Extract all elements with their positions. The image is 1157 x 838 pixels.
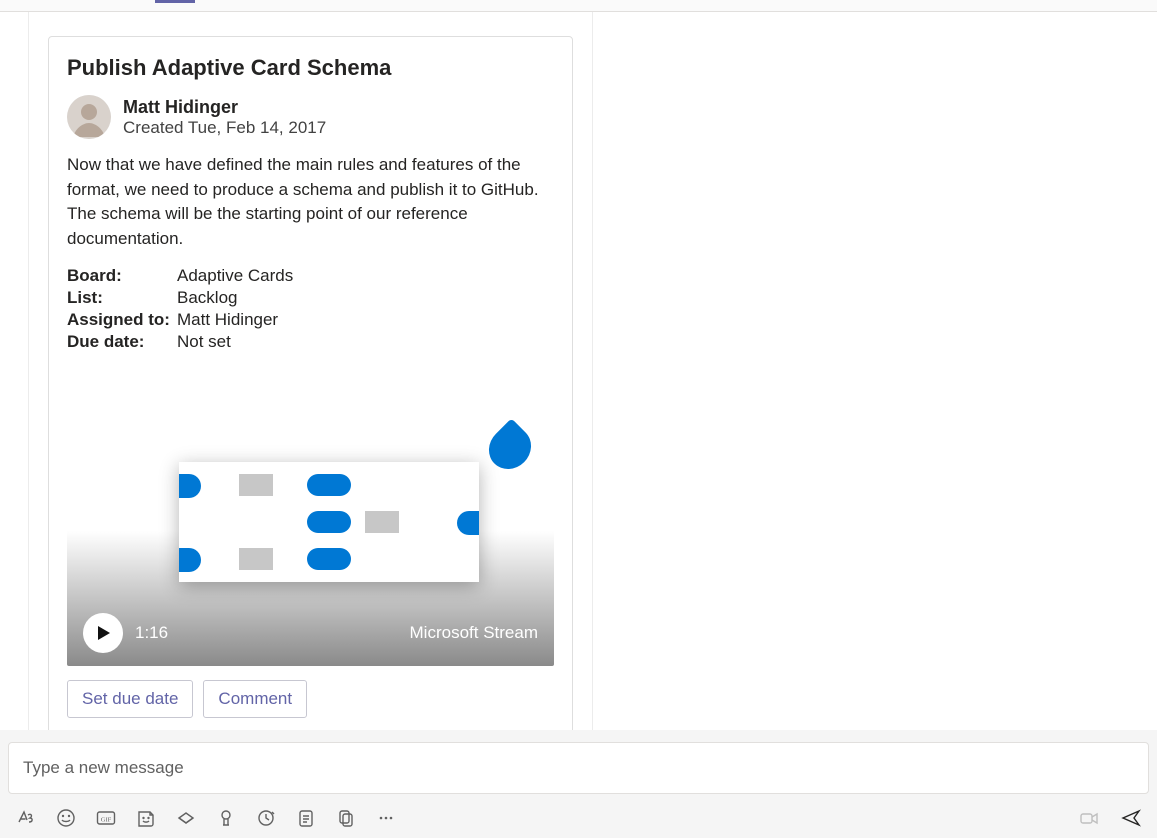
top-tab-strip bbox=[0, 0, 1157, 12]
card-actions: Set due date Comment bbox=[67, 680, 554, 718]
fact-key-board: Board: bbox=[67, 266, 177, 286]
decor-rect bbox=[239, 548, 273, 570]
sticker-icon[interactable] bbox=[136, 808, 156, 828]
gif-icon[interactable]: GIF bbox=[96, 808, 116, 828]
media-source: Microsoft Stream bbox=[410, 623, 538, 643]
fact-value-board: Adaptive Cards bbox=[177, 266, 554, 286]
card-author-row: Matt Hidinger Created Tue, Feb 14, 2017 bbox=[67, 95, 554, 139]
author-name: Matt Hidinger bbox=[123, 96, 326, 119]
fact-key-list: List: bbox=[67, 288, 177, 308]
decor-droplet bbox=[480, 418, 539, 477]
schedule-icon[interactable] bbox=[256, 808, 276, 828]
decor-rect bbox=[239, 474, 273, 496]
media-preview[interactable]: 1:16 Microsoft Stream bbox=[67, 366, 554, 666]
fact-set: Board: Adaptive Cards List: Backlog Assi… bbox=[67, 266, 554, 352]
compose-input[interactable] bbox=[21, 757, 1136, 779]
compose-toolbar: GIF bbox=[16, 804, 1141, 832]
avatar-placeholder-icon bbox=[67, 95, 111, 139]
media-center-panel bbox=[179, 462, 479, 582]
play-icon bbox=[95, 625, 111, 641]
more-icon[interactable] bbox=[376, 808, 396, 828]
meet-now-icon[interactable] bbox=[1079, 808, 1099, 828]
card-body-text: Now that we have defined the main rules … bbox=[67, 153, 554, 252]
decor-pill bbox=[179, 548, 201, 572]
set-due-date-button[interactable]: Set due date bbox=[67, 680, 193, 718]
author-created: Created Tue, Feb 14, 2017 bbox=[123, 118, 326, 138]
praise-icon[interactable] bbox=[216, 808, 236, 828]
play-button[interactable] bbox=[83, 613, 123, 653]
fact-value-list: Backlog bbox=[177, 288, 554, 308]
avatar bbox=[67, 95, 111, 139]
decor-pill bbox=[307, 548, 351, 570]
format-icon[interactable] bbox=[16, 808, 36, 828]
svg-text:GIF: GIF bbox=[101, 817, 112, 824]
compose-box[interactable] bbox=[8, 742, 1149, 794]
media-bottom-bar: 1:16 Microsoft Stream bbox=[67, 600, 554, 666]
comment-button[interactable]: Comment bbox=[203, 680, 307, 718]
fact-value-assigned: Matt Hidinger bbox=[177, 310, 554, 330]
decor-pill bbox=[307, 511, 351, 533]
media-duration: 1:16 bbox=[135, 623, 168, 643]
adaptive-card: Publish Adaptive Card Schema Matt Hiding… bbox=[48, 36, 573, 737]
card-title: Publish Adaptive Card Schema bbox=[67, 55, 554, 81]
send-button[interactable] bbox=[1121, 808, 1141, 828]
approvals-icon[interactable] bbox=[296, 808, 316, 828]
message-column: Publish Adaptive Card Schema Matt Hiding… bbox=[28, 12, 593, 737]
active-tab-indicator bbox=[155, 0, 195, 3]
decor-rect bbox=[365, 511, 399, 533]
fact-value-due: Not set bbox=[177, 332, 554, 352]
decor-pill bbox=[179, 474, 201, 498]
fact-key-due: Due date: bbox=[67, 332, 177, 352]
extensions-icon[interactable] bbox=[176, 808, 196, 828]
emoji-icon[interactable] bbox=[56, 808, 76, 828]
decor-pill bbox=[307, 474, 351, 496]
fact-key-assigned: Assigned to: bbox=[67, 310, 177, 330]
compose-area: GIF bbox=[0, 730, 1157, 838]
message-stage: Publish Adaptive Card Schema Matt Hiding… bbox=[0, 12, 1157, 730]
copy-icon[interactable] bbox=[336, 808, 356, 828]
decor-pill bbox=[457, 511, 479, 535]
